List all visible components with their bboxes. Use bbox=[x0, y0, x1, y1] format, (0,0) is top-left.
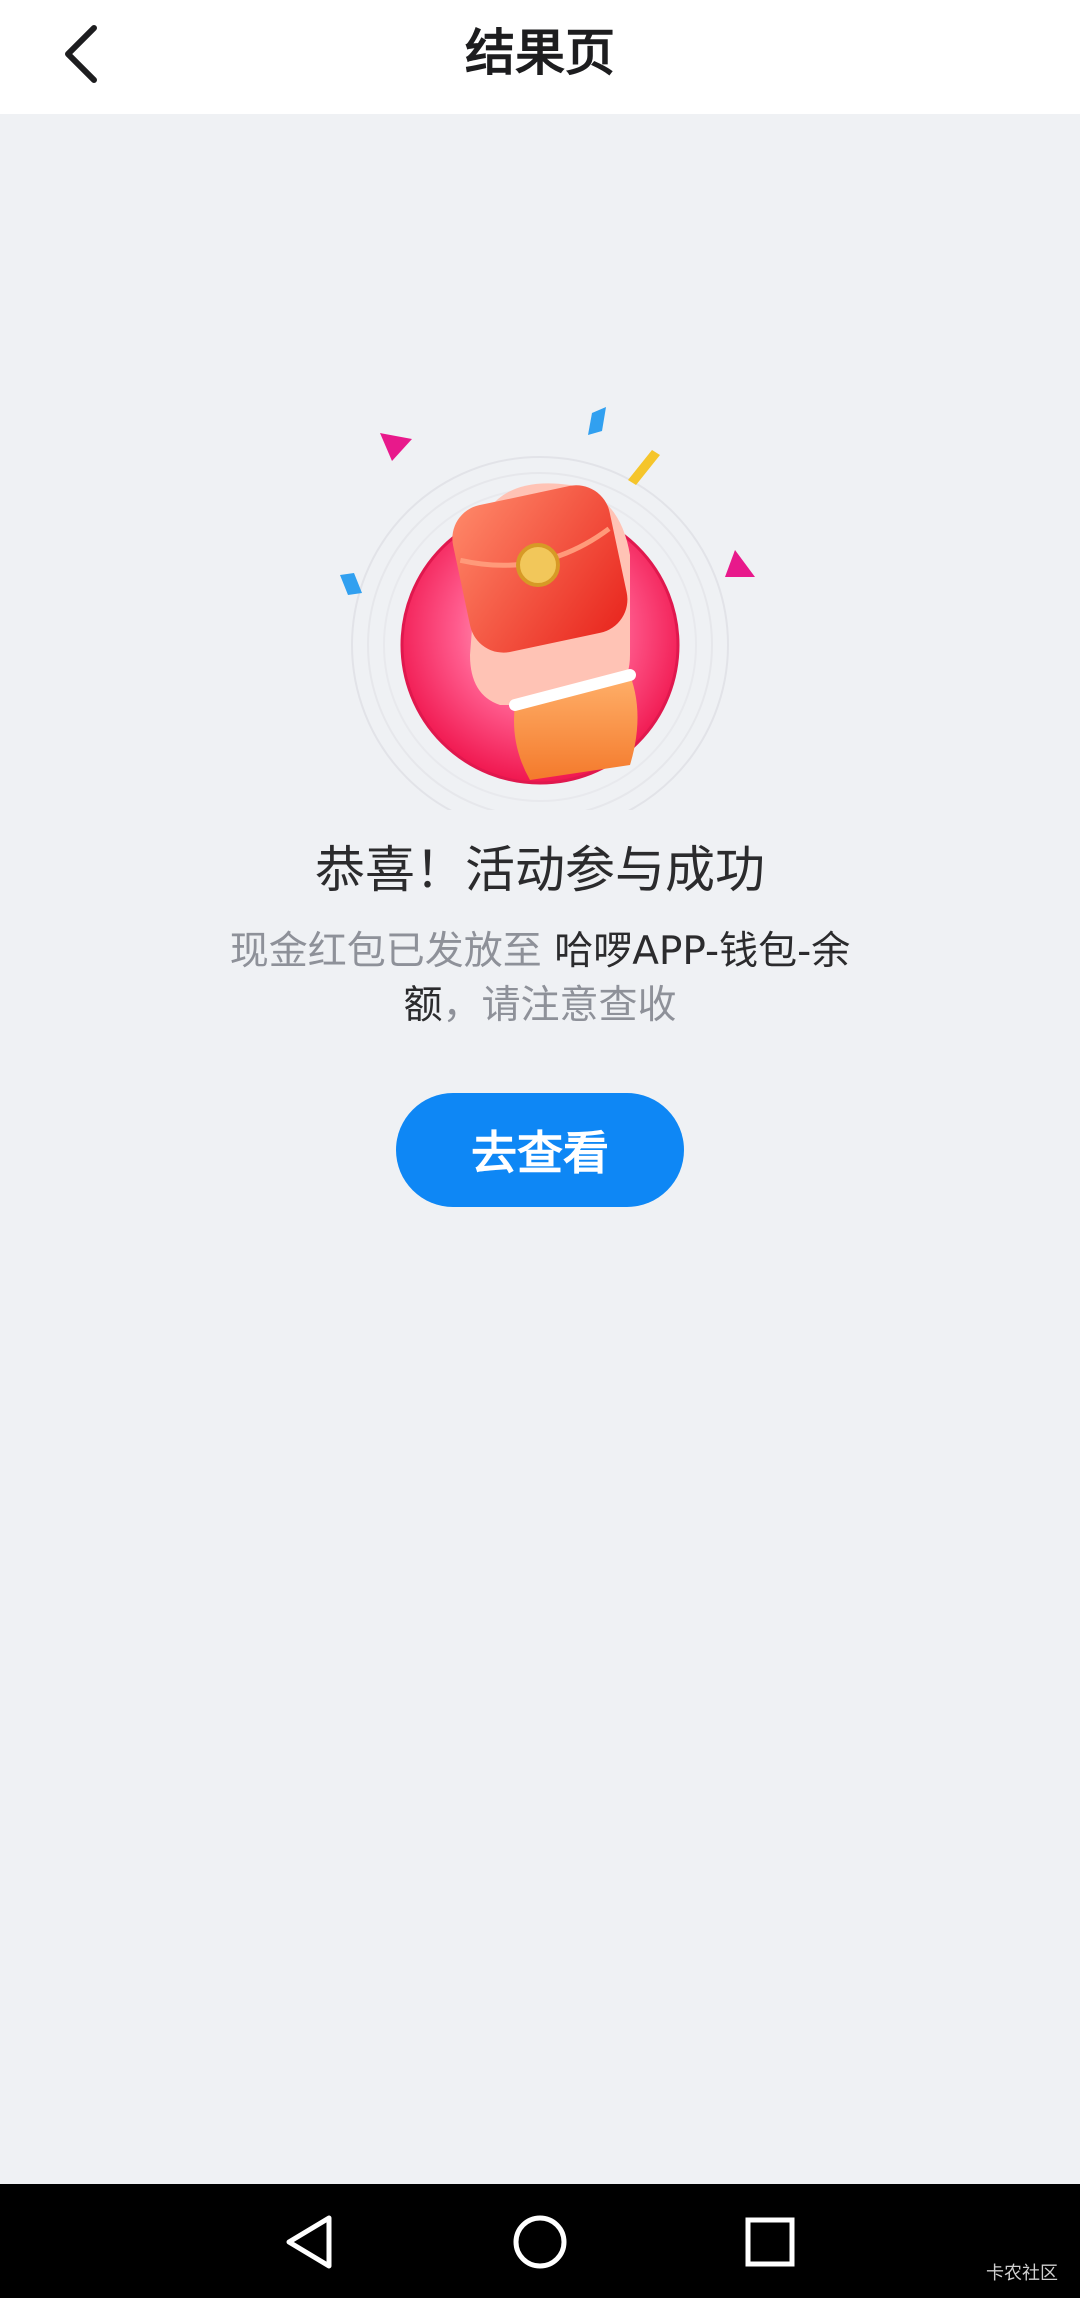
square-recents-icon bbox=[745, 2217, 795, 2267]
nav-back-button[interactable] bbox=[277, 2210, 341, 2274]
view-button[interactable]: 去查看 bbox=[396, 1093, 684, 1207]
watermark-text: 卡农社区 bbox=[986, 2263, 1058, 2284]
result-description: 现金红包已发放至 哈啰APP-钱包-余额，请注意查收 bbox=[200, 925, 880, 1033]
success-headline: 恭喜！活动参与成功 bbox=[315, 841, 765, 899]
circle-home-icon bbox=[513, 2215, 567, 2269]
hero-illustration bbox=[330, 395, 760, 834]
nav-home-button[interactable] bbox=[508, 2210, 572, 2274]
desc-prefix: 现金红包已发放至 bbox=[229, 929, 555, 974]
desc-suffix: ，请注意查收 bbox=[442, 983, 677, 1028]
header-bar: 结果页 bbox=[0, 0, 1080, 114]
page-title: 结果页 bbox=[465, 24, 615, 82]
red-envelope-hand-icon bbox=[340, 407, 755, 834]
triangle-back-icon bbox=[286, 2215, 332, 2269]
system-nav-bar: 卡农社区 bbox=[0, 2184, 1080, 2298]
nav-recents-button[interactable] bbox=[738, 2210, 802, 2274]
